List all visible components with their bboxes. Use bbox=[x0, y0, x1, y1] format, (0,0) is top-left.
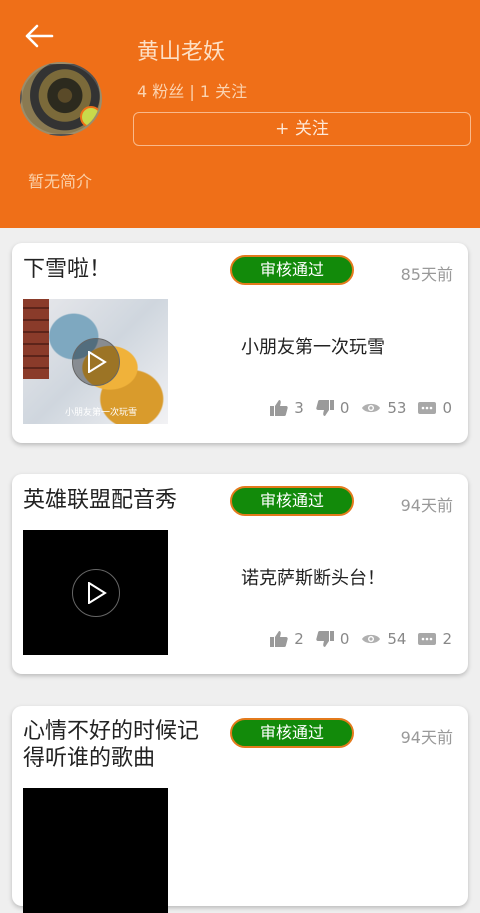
dislike-stat[interactable]: 0 bbox=[316, 630, 350, 648]
post-age: 85天前 bbox=[400, 265, 453, 284]
thumbs-up-icon bbox=[270, 631, 288, 647]
post-stats: 2 0 54 2 bbox=[258, 630, 452, 648]
comment-stat[interactable]: 2 bbox=[418, 630, 452, 648]
dislike-count: 0 bbox=[339, 630, 350, 648]
post-description: 诺克萨斯断头台！ bbox=[241, 568, 385, 589]
avatar[interactable] bbox=[20, 62, 102, 136]
comment-count: 0 bbox=[442, 399, 452, 417]
comment-icon bbox=[418, 402, 437, 414]
back-arrow-icon[interactable] bbox=[22, 22, 54, 50]
play-icon[interactable] bbox=[71, 568, 120, 617]
post-title: 英雄联盟配音秀 bbox=[23, 488, 178, 513]
post-title: 心情不好的时候记 得听谁的歌曲 bbox=[23, 718, 199, 772]
status-badge: 审核通过 bbox=[230, 718, 354, 748]
post-title-line: 心情不好的时候记 bbox=[23, 719, 200, 744]
post-stats: 3 0 53 0 bbox=[258, 399, 452, 417]
video-thumbnail[interactable] bbox=[23, 788, 168, 913]
comment-stat[interactable]: 0 bbox=[418, 399, 452, 417]
view-count: 53 bbox=[387, 399, 407, 417]
profile-header: 黄山老妖 4 粉丝 | 1 关注 + 关注 暂无简介 bbox=[0, 0, 480, 228]
post-age: 94天前 bbox=[400, 496, 453, 515]
view-count: 54 bbox=[387, 630, 407, 648]
thumbs-up-icon bbox=[270, 400, 288, 416]
follow-button[interactable]: + 关注 bbox=[133, 112, 471, 146]
status-badge: 审核通过 bbox=[230, 255, 354, 285]
post-title: 下雪啦！ bbox=[23, 257, 112, 282]
like-stat[interactable]: 2 bbox=[270, 630, 304, 648]
post-card[interactable]: 下雪啦！ 审核通过 85天前 小朋友第一次玩雪 小朋友第一次玩雪 3 0 53 … bbox=[12, 243, 468, 443]
like-stat[interactable]: 3 bbox=[270, 399, 304, 417]
post-title-line: 得听谁的歌曲 bbox=[23, 746, 156, 771]
thumbnail-caption: 小朋友第一次玩雪 bbox=[65, 408, 138, 418]
thumbs-down-icon bbox=[316, 400, 334, 416]
view-stat: 54 bbox=[361, 630, 406, 648]
username: 黄山老妖 bbox=[137, 40, 226, 65]
eye-icon bbox=[362, 634, 381, 644]
thumbnail-wall bbox=[23, 299, 49, 379]
dislike-stat[interactable]: 0 bbox=[316, 399, 350, 417]
eye-icon bbox=[362, 403, 381, 413]
comment-count: 2 bbox=[442, 630, 452, 648]
view-stat: 53 bbox=[361, 399, 406, 417]
like-count: 2 bbox=[294, 630, 304, 648]
like-count: 3 bbox=[294, 399, 304, 417]
bio-text: 暂无简介 bbox=[28, 172, 93, 191]
play-icon[interactable] bbox=[71, 337, 120, 386]
video-thumbnail[interactable]: 小朋友第一次玩雪 bbox=[23, 299, 168, 424]
follow-stats[interactable]: 4 粉丝 | 1 关注 bbox=[137, 78, 247, 102]
avatar-badge bbox=[80, 106, 100, 128]
status-badge: 审核通过 bbox=[230, 486, 354, 516]
post-description: 小朋友第一次玩雪 bbox=[241, 337, 385, 358]
post-card[interactable]: 英雄联盟配音秀 审核通过 94天前 诺克萨斯断头台！ 2 0 54 2 bbox=[12, 474, 468, 674]
dislike-count: 0 bbox=[339, 399, 350, 417]
thumbs-down-icon bbox=[316, 631, 334, 647]
post-age: 94天前 bbox=[400, 728, 453, 747]
video-thumbnail[interactable] bbox=[23, 530, 168, 655]
comment-icon bbox=[418, 633, 437, 645]
post-card[interactable]: 心情不好的时候记 得听谁的歌曲 审核通过 94天前 bbox=[12, 706, 468, 913]
